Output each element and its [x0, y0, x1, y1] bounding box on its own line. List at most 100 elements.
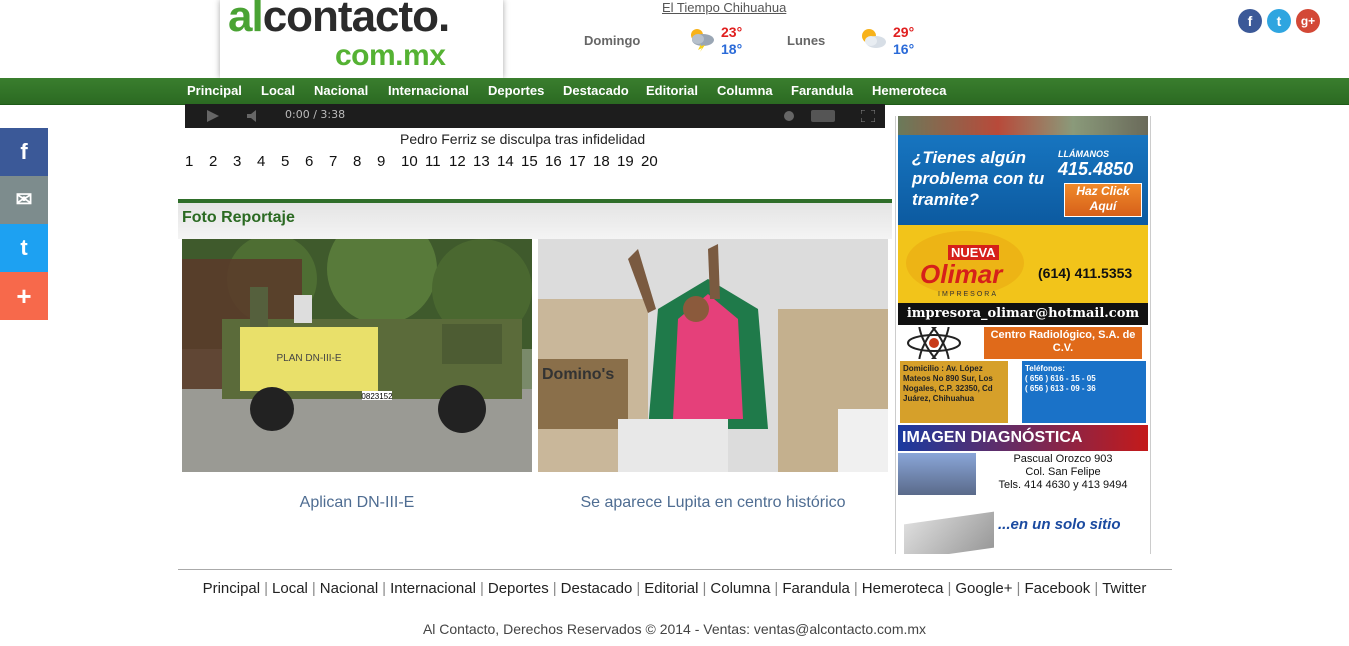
facebook-icon: f — [20, 139, 28, 164]
page-link[interactable]: 15 — [521, 153, 545, 170]
page-link[interactable]: 20 — [641, 153, 665, 170]
nav-item-principal[interactable]: Principal — [187, 83, 242, 98]
footer-links: Principal | Local | Nacional | Internacional | D… — [202, 580, 1147, 597]
play-icon[interactable] — [207, 110, 221, 122]
atom-icon — [907, 327, 961, 359]
video-title[interactable]: Pedro Ferriz se disculpa tras infidelida… — [400, 131, 645, 147]
photo-dn-iii-e[interactable]: PLAN DN-III-E 0823152 — [182, 239, 532, 472]
weather-high-1: 23° — [721, 24, 743, 40]
ad-olimar[interactable]: NUEVA Olimar IMPRESORA (614) 411.5353 im… — [898, 225, 1148, 325]
weather-title-link[interactable]: El Tiempo Chihuahua — [662, 0, 786, 15]
ad-tramite-call: LLÁMANOS — [1058, 149, 1109, 159]
page-link[interactable]: 18 — [593, 153, 617, 170]
page-link[interactable]: 11 — [425, 153, 449, 170]
google-plus-icon[interactable]: g+ — [1296, 9, 1320, 33]
logo-text-bottom: com.mx — [335, 39, 446, 72]
share-email-button[interactable]: ✉ — [0, 176, 48, 224]
ad-tramite-phone: 415.4850 — [1058, 159, 1134, 179]
footer-link-destacado[interactable]: Destacado — [561, 580, 633, 597]
photo-caption-2[interactable]: Se aparece Lupita en centro histórico — [538, 494, 888, 512]
footer-link-columna[interactable]: Columna — [710, 580, 770, 597]
share-facebook-button[interactable]: f — [0, 128, 48, 176]
footer-divider — [178, 569, 1172, 570]
nav-item-local[interactable]: Local — [261, 83, 295, 98]
footer-link-deportes[interactable]: Deportes — [488, 580, 549, 597]
page-link[interactable]: 9 — [377, 153, 401, 170]
nav-item-hemeroteca[interactable]: Hemeroteca — [872, 83, 946, 98]
newspapers-image — [904, 511, 994, 554]
page-link[interactable]: 4 — [257, 153, 281, 170]
weather-day-2: Lunes — [787, 33, 826, 48]
youtube-icon[interactable] — [811, 110, 835, 122]
ad-banner-top[interactable] — [898, 116, 1148, 135]
page-link[interactable]: 2 — [209, 153, 233, 170]
sidebar-ads: ¿Tienes algún problema con tu tramite? L… — [895, 116, 1151, 554]
page-link[interactable]: 13 — [473, 153, 497, 170]
ad-tramite[interactable]: ¿Tienes algún problema con tu tramite? L… — [898, 135, 1148, 225]
weather-low-2: 16° — [893, 41, 915, 57]
ad-radiologico-address: Domicilio : Av. López Mateos No 890 Sur,… — [900, 361, 1008, 423]
footer-link-nacional[interactable]: Nacional — [320, 580, 378, 597]
nav-item-destacado[interactable]: Destacado — [563, 83, 629, 98]
ad-imagen-diagnostica[interactable]: IMAGEN DIAGNÓSTICA Pascual Orozco 903 Co… — [898, 425, 1148, 497]
page-link[interactable]: 10 — [401, 153, 425, 170]
building-image — [898, 453, 976, 495]
page-link[interactable]: 3 — [233, 153, 257, 170]
military-truck-image: PLAN DN-III-E 0823152 — [182, 239, 532, 472]
page-link[interactable]: 1 — [185, 153, 209, 170]
page-link[interactable]: 16 — [545, 153, 569, 170]
storefront-sign-text: Domino's — [542, 366, 614, 383]
twitter-icon[interactable]: t — [1267, 9, 1291, 33]
fullscreen-icon[interactable] — [861, 110, 875, 122]
weather-high-2: 29° — [893, 24, 915, 40]
ad-olimar-nueva: NUEVA — [948, 245, 999, 260]
footer-link-principal[interactable]: Principal — [203, 580, 261, 597]
volume-icon[interactable] — [247, 110, 265, 122]
ad-solo-sitio[interactable]: ...en un solo sitio — [898, 504, 1148, 554]
footer-link-farandula[interactable]: Farandula — [782, 580, 850, 597]
footer-link-facebook[interactable]: Facebook — [1024, 580, 1090, 597]
share-twitter-button[interactable]: t — [0, 224, 48, 272]
email-icon: ✉ — [15, 189, 33, 211]
facebook-icon[interactable]: f — [1238, 9, 1262, 33]
video-player-controls[interactable]: 0:00 / 3:38 — [185, 104, 885, 128]
nav-item-deportes[interactable]: Deportes — [488, 83, 544, 98]
page-link[interactable]: 5 — [281, 153, 305, 170]
page-link[interactable]: 12 — [449, 153, 473, 170]
ad-centro-radiologico[interactable]: Centro Radiológico, S.A. de C.V. Domicil… — [898, 325, 1148, 425]
page-link[interactable]: 19 — [617, 153, 641, 170]
site-logo[interactable]: alcontacto. com.mx — [220, 0, 503, 78]
page-link[interactable]: 17 — [569, 153, 593, 170]
nav-item-editorial[interactable]: Editorial — [646, 83, 698, 98]
nav-item-nacional[interactable]: Nacional — [314, 83, 368, 98]
page-link[interactable]: 7 — [329, 153, 353, 170]
page-link[interactable]: 8 — [353, 153, 377, 170]
settings-icon[interactable] — [783, 110, 795, 122]
footer-link-internacional[interactable]: Internacional — [390, 580, 476, 597]
ad-olimar-brand: Olimar — [920, 259, 1003, 289]
nav-item-columna[interactable]: Columna — [717, 83, 773, 98]
section-title: Foto Reportaje — [182, 209, 295, 226]
weather-day-1: Domingo — [584, 33, 641, 48]
footer-link-hemeroteca[interactable]: Hemeroteca — [862, 580, 944, 597]
site-header: alcontacto. com.mx El Tiempo Chihuahua D… — [0, 0, 1349, 78]
weather-low-1: 18° — [721, 41, 743, 57]
page-link[interactable]: 14 — [497, 153, 521, 170]
share-more-button[interactable]: + — [0, 272, 48, 320]
page-link[interactable]: 6 — [305, 153, 329, 170]
ad-tramite-cta-button[interactable]: Haz Click Aquí — [1064, 183, 1142, 217]
ad-radiologico-name: Centro Radiológico, S.A. de C.V. — [984, 327, 1142, 359]
nav-item-internacional[interactable]: Internacional — [388, 83, 469, 98]
lupita-statue-image: Domino's — [538, 239, 888, 472]
footer-link-local[interactable]: Local — [272, 580, 308, 597]
photo-caption-1[interactable]: Aplican DN-III-E — [182, 494, 532, 512]
footer-link-editorial[interactable]: Editorial — [644, 580, 698, 597]
footer-link-googleplus[interactable]: Google+ — [955, 580, 1012, 597]
footer-link-twitter[interactable]: Twitter — [1102, 580, 1146, 597]
truck-banner-text: PLAN DN-III-E — [276, 353, 341, 364]
nav-item-farandula[interactable]: Farandula — [791, 83, 853, 98]
foto-reportaje-header: Foto Reportaje — [178, 199, 892, 239]
ad-olimar-sub: IMPRESORA — [938, 291, 999, 298]
photo-lupita[interactable]: Domino's — [538, 239, 888, 472]
main-nav: Principal Local Nacional Internacional D… — [0, 78, 1349, 105]
